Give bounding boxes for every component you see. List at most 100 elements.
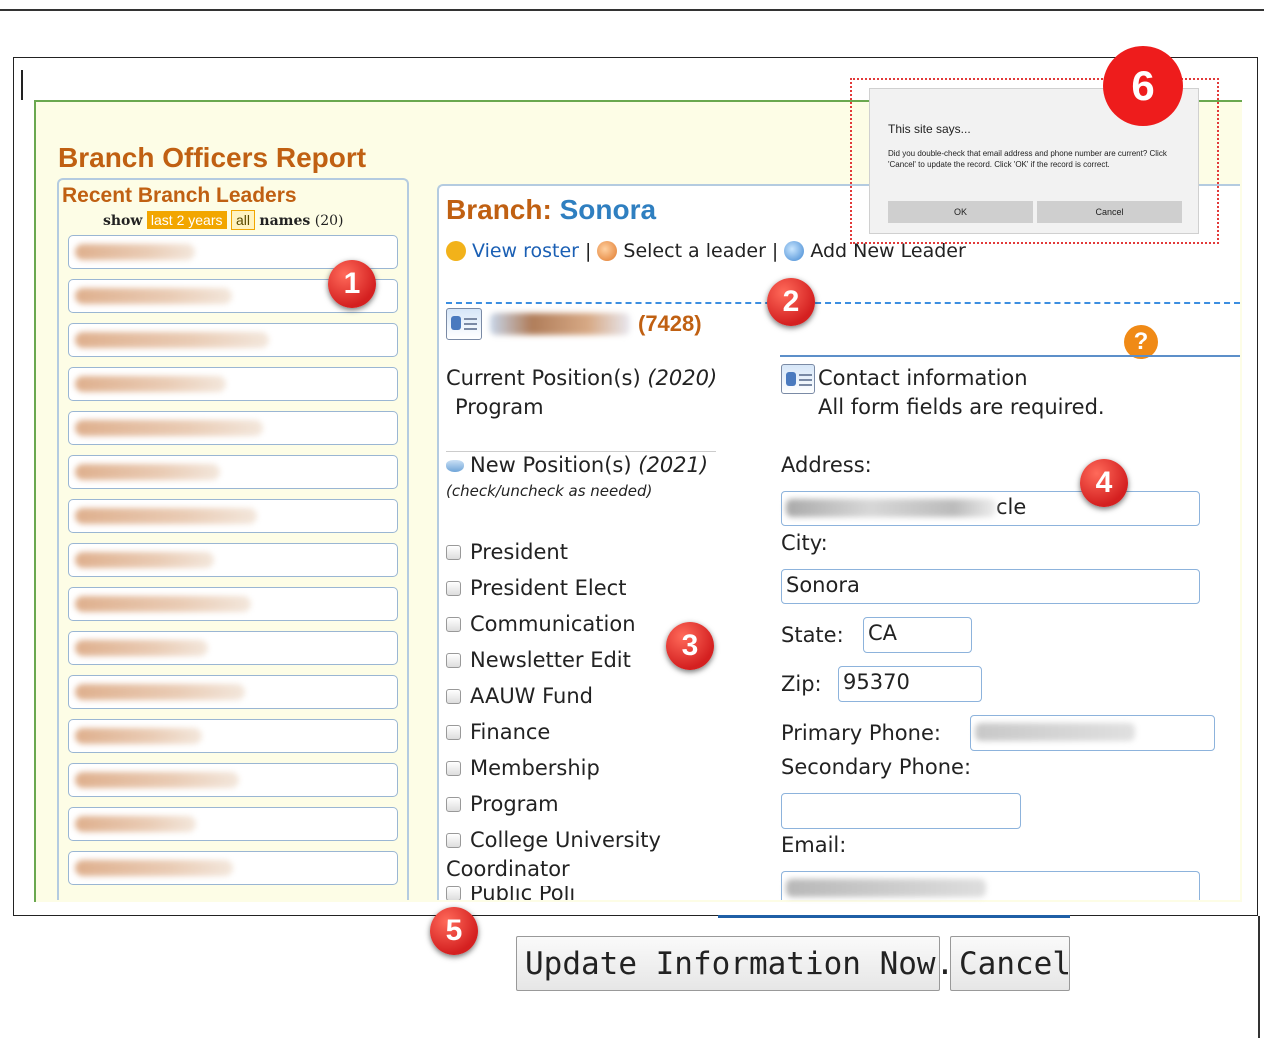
position-checkbox[interactable] bbox=[446, 544, 461, 560]
position-label: Newsletter Edit bbox=[470, 648, 631, 672]
leader-list-item[interactable] bbox=[68, 763, 398, 797]
position-checkbox-row[interactable]: Membership bbox=[446, 756, 600, 780]
leader-list-item[interactable] bbox=[68, 367, 398, 401]
position-checkbox[interactable] bbox=[446, 652, 461, 668]
leader-list-item[interactable] bbox=[68, 807, 398, 841]
position-label: Membership bbox=[470, 756, 600, 780]
zip-input[interactable]: 95370 bbox=[838, 666, 982, 702]
position-checkbox-row[interactable]: Public Poli bbox=[446, 886, 575, 900]
city-input[interactable]: Sonora bbox=[781, 569, 1200, 604]
filter-all[interactable]: all bbox=[230, 210, 255, 230]
position-checkbox[interactable] bbox=[446, 580, 461, 596]
add-icon bbox=[784, 241, 805, 261]
position-checkbox-row[interactable]: Finance bbox=[446, 720, 550, 744]
dialog-message: Did you double-check that email address … bbox=[888, 149, 1167, 169]
leader-name-redacted bbox=[75, 464, 220, 480]
leader-name-redacted bbox=[75, 508, 257, 524]
current-positions-label: Current Position(s) (2020) bbox=[446, 366, 717, 390]
select-leader-link[interactable]: Select a leader bbox=[623, 240, 766, 262]
position-checkbox[interactable] bbox=[446, 886, 461, 900]
email-input[interactable] bbox=[781, 871, 1200, 900]
filter-row: show last 2 years all names (20) bbox=[103, 210, 343, 230]
current-year: (2020) bbox=[647, 366, 718, 390]
zip-label: Zip: bbox=[781, 672, 822, 696]
callout-marker-2: 2 bbox=[767, 278, 815, 326]
position-checkbox-row[interactable]: Coordinator bbox=[446, 857, 570, 881]
position-checkbox[interactable] bbox=[446, 796, 461, 812]
leader-list-item[interactable] bbox=[68, 675, 398, 709]
toolbar-separator: | bbox=[771, 240, 779, 262]
leader-list-item[interactable] bbox=[68, 323, 398, 357]
current-position-value: Program bbox=[455, 395, 544, 419]
dialog-cancel-button[interactable]: Cancel bbox=[1037, 201, 1182, 223]
help-icon[interactable]: ? bbox=[1124, 325, 1158, 359]
contact-card-icon bbox=[446, 308, 482, 340]
callout-marker-6: 6 bbox=[1103, 46, 1183, 126]
leader-list-item[interactable] bbox=[68, 851, 398, 885]
new-positions-hint: (check/uncheck as needed) bbox=[446, 482, 653, 500]
leader-name-redacted bbox=[75, 640, 208, 656]
position-checkbox-row[interactable]: Communication bbox=[446, 612, 636, 636]
branch-heading: Branch: Sonora bbox=[446, 194, 656, 226]
leader-list-item[interactable] bbox=[68, 631, 398, 665]
leader-list-item[interactable] bbox=[68, 455, 398, 489]
position-checkbox-row[interactable]: President Elect bbox=[446, 576, 626, 600]
position-label: AAUW Fund bbox=[470, 684, 594, 708]
positions-divider bbox=[446, 451, 716, 452]
callout-marker-5: 5 bbox=[430, 907, 478, 955]
page-title: Branch Officers Report bbox=[58, 142, 367, 173]
branch-label: Branch: bbox=[446, 194, 552, 225]
position-checkbox[interactable] bbox=[446, 724, 461, 740]
position-checkbox-row[interactable]: Newsletter Edit bbox=[446, 648, 631, 672]
callout-marker-4: 4 bbox=[1080, 459, 1128, 507]
position-checkbox-row[interactable]: AAUW Fund bbox=[446, 684, 593, 708]
cancel-button[interactable]: Cancel bbox=[950, 936, 1071, 991]
position-checkbox[interactable] bbox=[446, 760, 461, 776]
position-label: Public Poli bbox=[470, 886, 576, 900]
position-checkbox-row[interactable]: Program bbox=[446, 792, 559, 816]
leader-list-item[interactable] bbox=[68, 719, 398, 753]
new-positions-text: New Position(s) bbox=[470, 453, 632, 477]
callout-marker-3: 3 bbox=[666, 622, 714, 670]
position-checkbox-row[interactable]: College University bbox=[446, 828, 661, 852]
leader-name-redacted bbox=[75, 772, 239, 788]
leader-name-redacted bbox=[75, 552, 214, 568]
show-label: show bbox=[103, 213, 143, 229]
position-label: President Elect bbox=[470, 576, 627, 600]
contact-divider bbox=[780, 355, 1240, 357]
state-input[interactable]: CA bbox=[863, 617, 972, 653]
leader-name-redacted bbox=[75, 684, 245, 700]
leader-list-item[interactable] bbox=[68, 587, 398, 621]
position-checkbox[interactable] bbox=[446, 832, 461, 848]
filter-last-2-years[interactable]: last 2 years bbox=[146, 211, 227, 229]
leader-list-item[interactable] bbox=[68, 499, 398, 533]
leader-list-item[interactable] bbox=[68, 543, 398, 577]
primary-phone-input[interactable] bbox=[970, 715, 1215, 751]
toolbar-separator: | bbox=[585, 240, 592, 262]
dialog-title: This site says... bbox=[888, 122, 971, 136]
leader-name-redacted bbox=[75, 816, 196, 832]
address-value-tail: cle bbox=[996, 495, 1027, 519]
dialog-ok-button[interactable]: OK bbox=[888, 201, 1033, 223]
view-roster-link[interactable]: View roster bbox=[472, 240, 579, 262]
bottom-divider bbox=[718, 915, 1070, 918]
position-checkbox[interactable] bbox=[446, 616, 461, 632]
person-id: (7428) bbox=[638, 311, 702, 336]
position-checkbox[interactable] bbox=[446, 688, 461, 704]
leader-name-redacted bbox=[75, 288, 232, 304]
people-icon bbox=[446, 241, 466, 261]
leader-name-redacted bbox=[75, 332, 269, 348]
address-input[interactable]: cle bbox=[781, 491, 1200, 526]
branch-name: Sonora bbox=[559, 194, 657, 225]
position-checkbox-row[interactable]: President bbox=[446, 540, 568, 564]
select-leader-icon bbox=[597, 241, 618, 261]
dashed-divider bbox=[446, 302, 1240, 304]
position-label: Communication bbox=[470, 612, 636, 636]
secondary-phone-input[interactable] bbox=[781, 793, 1021, 829]
frame-right-line bbox=[1258, 916, 1260, 1038]
leader-list-item[interactable] bbox=[68, 411, 398, 445]
contact-info-icon bbox=[781, 364, 815, 394]
current-label-text: Current Position(s) bbox=[446, 366, 641, 390]
city-label: City: bbox=[781, 531, 828, 555]
update-information-button[interactable]: Update Information Now. bbox=[516, 936, 954, 991]
